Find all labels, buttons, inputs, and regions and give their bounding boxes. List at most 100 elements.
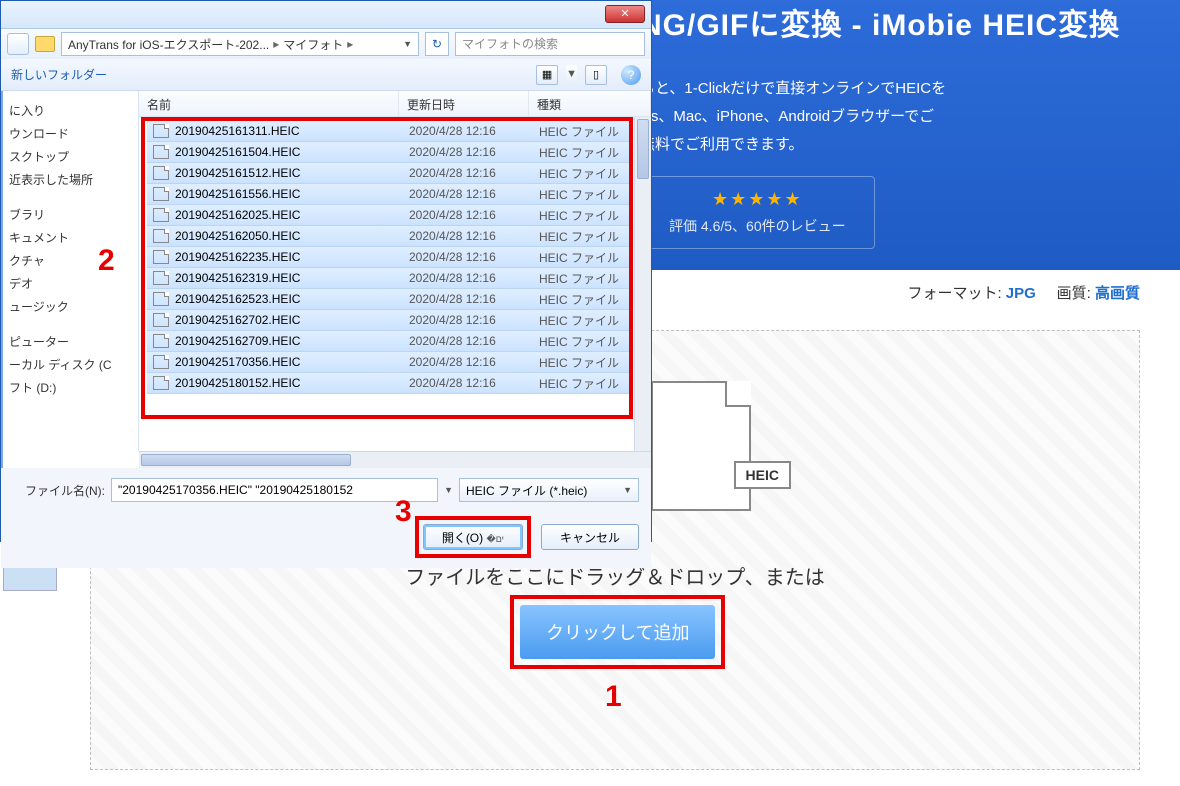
file-icon <box>153 229 169 243</box>
rating-text: 評価 4.6/5、60件のレビュー <box>669 216 846 236</box>
file-list[interactable]: 20190425161311.HEIC2020/4/28 12:16HEIC フ… <box>147 121 629 439</box>
rating-box[interactable]: ★★★★★ 評価 4.6/5、60件のレビュー <box>640 176 875 249</box>
format-label: フォーマット: <box>907 285 1001 302</box>
file-icon <box>153 187 169 201</box>
sidebar-item[interactable]: に入り <box>5 99 138 122</box>
annotation-box-3: 開く(O) �ים <box>415 516 531 558</box>
sidebar-item[interactable]: ーカル ディスク (C <box>5 353 138 376</box>
file-type: HEIC ファイル <box>539 375 629 392</box>
file-date: 2020/4/28 12:16 <box>409 355 539 369</box>
view-mode-button[interactable]: ▦ <box>536 65 558 85</box>
file-name: 20190425161504.HEIC <box>175 145 409 159</box>
file-name: 20190425161512.HEIC <box>175 166 409 180</box>
sidebar-item[interactable]: ュージック <box>5 295 138 318</box>
col-name[interactable]: 名前 <box>139 91 399 116</box>
filename-label: ファイル名(N): <box>13 482 105 499</box>
file-date: 2020/4/28 12:16 <box>409 334 539 348</box>
cancel-button[interactable]: キャンセル <box>541 524 639 550</box>
file-row[interactable]: 20190425161504.HEIC2020/4/28 12:16HEIC フ… <box>147 142 629 163</box>
quality-value[interactable]: 高画質 <box>1095 285 1140 302</box>
heic-file-icon: HEIC <box>641 381 761 521</box>
filename-input[interactable] <box>111 478 438 502</box>
sidebar-item[interactable]: 近表示した場所 <box>5 168 138 191</box>
file-row[interactable]: 20190425161556.HEIC2020/4/28 12:16HEIC フ… <box>147 184 629 205</box>
preview-pane-button[interactable]: ▯ <box>585 65 607 85</box>
file-row[interactable]: 20190425161512.HEIC2020/4/28 12:16HEIC フ… <box>147 163 629 184</box>
file-type: HEIC ファイル <box>539 165 629 182</box>
sidebar-item[interactable]: ブラリ <box>5 203 138 226</box>
close-button[interactable]: ✕ <box>605 5 645 23</box>
file-icon <box>153 208 169 222</box>
file-date: 2020/4/28 12:16 <box>409 376 539 390</box>
col-type[interactable]: 種類 <box>529 91 651 116</box>
file-type: HEIC ファイル <box>539 270 629 287</box>
file-row[interactable]: 20190425162235.HEIC2020/4/28 12:16HEIC フ… <box>147 247 629 268</box>
sidebar-item[interactable]: クチャ <box>5 249 138 272</box>
help-button[interactable]: ? <box>621 65 641 85</box>
column-headers[interactable]: 名前 更新日時 種類 <box>139 91 651 117</box>
file-type: HEIC ファイル <box>539 312 629 329</box>
file-icon <box>153 334 169 348</box>
file-name: 20190425161556.HEIC <box>175 187 409 201</box>
file-icon <box>153 355 169 369</box>
file-date: 2020/4/28 12:16 <box>409 292 539 306</box>
file-type-filter[interactable]: HEIC ファイル (*.heic)▼ <box>459 478 639 502</box>
file-name: 20190425162025.HEIC <box>175 208 409 222</box>
file-row[interactable]: 20190425162050.HEIC2020/4/28 12:16HEIC フ… <box>147 226 629 247</box>
file-icon <box>153 292 169 306</box>
add-files-button[interactable]: クリックして追加 <box>520 605 715 659</box>
file-row[interactable]: 20190425162025.HEIC2020/4/28 12:16HEIC フ… <box>147 205 629 226</box>
file-icon <box>153 271 169 285</box>
nav-back-button[interactable] <box>7 33 29 55</box>
file-type: HEIC ファイル <box>539 333 629 350</box>
file-date: 2020/4/28 12:16 <box>409 250 539 264</box>
file-list-panel: 名前 更新日時 種類 20190425161311.HEIC2020/4/28 … <box>139 91 651 451</box>
sidebar-item[interactable]: スクトップ <box>5 145 138 168</box>
sidebar-item[interactable]: ウンロード <box>5 122 138 145</box>
file-icon <box>153 166 169 180</box>
file-row[interactable]: 20190425162709.HEIC2020/4/28 12:16HEIC フ… <box>147 331 629 352</box>
file-date: 2020/4/28 12:16 <box>409 187 539 201</box>
file-row[interactable]: 20190425162702.HEIC2020/4/28 12:16HEIC フ… <box>147 310 629 331</box>
quality-label: 画質: <box>1057 285 1091 302</box>
file-name: 20190425162523.HEIC <box>175 292 409 306</box>
dialog-titlebar[interactable]: ✕ <box>1 1 651 29</box>
file-name: 20190425161311.HEIC <box>175 124 409 138</box>
open-button[interactable]: 開く(O) �ים <box>423 524 523 550</box>
annotation-marker-1: 1 <box>605 680 622 714</box>
file-name: 20190425180152.HEIC <box>175 376 409 390</box>
breadcrumb-seg-1[interactable]: AnyTrans for iOS-エクスポート-202... <box>68 36 269 53</box>
dialog-sidebar[interactable]: に入りウンロードスクトップ近表示した場所 ブラリキュメントクチャデオュージック … <box>1 91 139 451</box>
file-name: 20190425162050.HEIC <box>175 229 409 243</box>
col-date[interactable]: 更新日時 <box>399 91 529 116</box>
horizontal-scrollbar[interactable] <box>139 451 651 468</box>
sidebar-item[interactable]: フト (D:) <box>5 376 138 399</box>
page-description: ると、1-Clickだけで直接オンラインでHEICを ws、Mac、iPhone… <box>640 75 946 159</box>
file-row[interactable]: 20190425162319.HEIC2020/4/28 12:16HEIC フ… <box>147 268 629 289</box>
file-row[interactable]: 20190425170356.HEIC2020/4/28 12:16HEIC フ… <box>147 352 629 373</box>
filename-dropdown-icon[interactable]: ▼ <box>444 485 453 495</box>
file-name: 20190425162702.HEIC <box>175 313 409 327</box>
refresh-button[interactable]: ↻ <box>425 32 449 56</box>
sidebar-item[interactable]: ピューター <box>5 330 138 353</box>
file-icon <box>153 376 169 390</box>
search-input[interactable]: マイフォトの検索 <box>455 32 645 56</box>
sidebar-item[interactable]: キュメント <box>5 226 138 249</box>
folder-icon <box>35 36 55 52</box>
vertical-scrollbar[interactable] <box>634 117 651 451</box>
format-value[interactable]: JPG <box>1006 285 1036 302</box>
file-row[interactable]: 20190425161311.HEIC2020/4/28 12:16HEIC フ… <box>147 121 629 142</box>
address-bar: AnyTrans for iOS-エクスポート-202... ▸ マイフォト ▸… <box>1 29 651 59</box>
file-icon <box>153 313 169 327</box>
sidebar-item[interactable]: デオ <box>5 272 138 295</box>
new-folder-button[interactable]: 新しいフォルダー <box>11 66 107 83</box>
breadcrumb-seg-2[interactable]: マイフォト <box>283 36 343 53</box>
file-icon <box>153 124 169 138</box>
dialog-footer: ファイル名(N): ▼ HEIC ファイル (*.heic)▼ 開く(O) �י… <box>1 468 651 568</box>
file-row[interactable]: 20190425162523.HEIC2020/4/28 12:16HEIC フ… <box>147 289 629 310</box>
breadcrumb[interactable]: AnyTrans for iOS-エクスポート-202... ▸ マイフォト ▸… <box>61 32 419 56</box>
file-name: 20190425162319.HEIC <box>175 271 409 285</box>
file-row[interactable]: 20190425180152.HEIC2020/4/28 12:16HEIC フ… <box>147 373 629 394</box>
file-icon <box>153 145 169 159</box>
file-date: 2020/4/28 12:16 <box>409 166 539 180</box>
